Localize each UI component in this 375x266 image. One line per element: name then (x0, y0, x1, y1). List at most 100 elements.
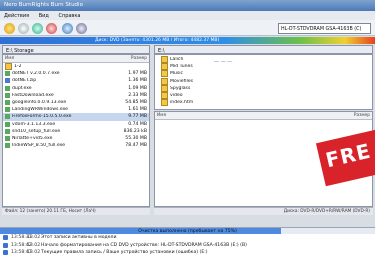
file-name: dotNET.zip (12, 78, 37, 84)
info-icon (3, 235, 8, 241)
erase-icon[interactable] (46, 23, 57, 34)
file-row[interactable]: LandingWRWindows.exe 1.61 MB (3, 106, 149, 113)
eject-icon[interactable] (76, 23, 87, 34)
file-icon (5, 135, 10, 141)
file-name: vdom-3.1.13.3.exe (12, 121, 56, 127)
disc-capacity-bar: Диск: DVD (Занято: 4301.26 MB / Итого: 4… (0, 37, 375, 44)
file-icon (5, 114, 10, 120)
file-name: snd10_setup_full.exe (12, 128, 61, 134)
file-icon (5, 121, 10, 127)
log-time: 13:58:47 (11, 250, 32, 256)
folder-icon (161, 99, 168, 107)
file-size: 1.61 MB (128, 107, 147, 113)
file-name: IndieWSP_8.50_full.exe (12, 143, 66, 149)
log-time: 13:58:31 (11, 235, 32, 241)
folder-name: Music (170, 71, 184, 77)
col-name[interactable]: Имя (5, 56, 131, 62)
col-size[interactable]: Размер (131, 56, 147, 62)
promo-text: FRE (323, 138, 374, 173)
folder-name: Spyglass (170, 85, 191, 91)
file-row[interactable]: dotNET v.2.0.0.7.exe 1.97 MB (3, 70, 149, 77)
folder-icon (161, 92, 168, 100)
file-list-pane[interactable]: Имя Размер 1-2 dotNET v.2.0.0.7.exe 1.97 M… (2, 54, 150, 207)
info-icon (3, 242, 8, 248)
log-entry: 13:58:47 13.02 Текущие правила запись / Ва… (0, 249, 375, 257)
file-name: dupf.exe (12, 85, 32, 91)
compilation-col-name[interactable]: Имя (157, 113, 354, 119)
file-list-header: Имя Размер (3, 55, 149, 63)
file-name: FastDownload.exe (12, 92, 54, 98)
log-entry: 13:58:42 13.02 Начало форматирования на CD… (0, 242, 375, 250)
file-row[interactable]: 1-2 (3, 63, 149, 71)
left-path: E:\ Storage (6, 47, 34, 54)
menu-item-view[interactable]: Вид (39, 13, 49, 19)
folder-row[interactable]: Lalich (155, 56, 372, 64)
folder-name: video (170, 93, 183, 99)
folder-name: Moviefiles (170, 78, 193, 84)
folder-icon (161, 70, 168, 78)
file-row[interactable]: Nirlatte+vid5.exe 55.30 MB (3, 135, 149, 142)
file-row[interactable]: IndieWSP_8.50_full.exe 78.47 MB (3, 142, 149, 149)
folder-icon (161, 84, 168, 92)
file-icon (5, 92, 10, 98)
log-text: Этот записи активны в модели (41, 235, 117, 241)
folder-row[interactable]: Moviefiles (155, 77, 372, 85)
log-entry: 13:58:31 13.02 Этот записи активны в модел… (0, 234, 375, 242)
info-icon (3, 250, 8, 256)
folder-icon (161, 63, 168, 71)
folder-name: Mid Tunes (170, 64, 193, 70)
file-row[interactable]: dotNET.zip 1.36 MB (3, 77, 149, 84)
file-row[interactable]: FastDownload.exe 2.33 MB (3, 92, 149, 99)
file-row[interactable]: googleinfo.0.0.9.13.exe 54.85 MB (3, 99, 149, 106)
file-name: googleinfo.0.0.9.13.exe (12, 100, 67, 106)
folder-row[interactable]: Mid Tunes (155, 63, 372, 71)
drive-select-value: HL-DT-STDVDRAM GSA-4163B (C) (281, 26, 362, 32)
menu-item-help[interactable]: Справка (58, 13, 80, 19)
folder-row[interactable]: Music (155, 70, 372, 78)
file-name: LandingWRWindows.exe (12, 107, 68, 113)
left-path-bar[interactable]: E:\ Storage (2, 45, 150, 54)
compilation-col-size[interactable]: Размер (354, 113, 370, 119)
file-size: 78.47 MB (125, 143, 147, 149)
burn-icon[interactable] (4, 23, 15, 34)
folder-tree-pane[interactable]: Lalich Mid Tunes Music Moviefiles Spyglass vi… (154, 54, 373, 110)
folder-name: Lalich (170, 57, 184, 63)
folder-row[interactable]: Spyglass (155, 84, 372, 92)
log-date: 13.02 (27, 250, 41, 256)
folder-icon (161, 77, 168, 85)
right-path: E:\ (158, 47, 165, 54)
drive-select[interactable]: HL-DT-STDVDRAM GSA-4163B (C) (278, 23, 371, 34)
folder-row[interactable]: index.htm (155, 99, 372, 107)
file-icon (5, 78, 10, 84)
log-date: 13.02 (27, 242, 41, 248)
file-size: 2.33 MB (128, 92, 147, 98)
left-status: Файл: 12 (занято) 20.11 ГБ, Носит (ЛаЧ) (5, 209, 96, 214)
right-path-bar[interactable]: E:\ (154, 45, 373, 54)
file-row[interactable]: FirefoxForms-15.0.5.0.exe 9.77 MB (3, 113, 149, 121)
file-name: Nirlatte+vid5.exe (12, 135, 53, 141)
copy-icon[interactable] (32, 23, 43, 34)
refresh-icon[interactable] (62, 23, 73, 34)
progress-bar: Очистка выполнена (пребывает на 75%) (0, 227, 375, 234)
right-status-bar: Диска: DVD-R/DVD+R/RW/RAM (DVD-R) (154, 207, 373, 215)
file-icon (5, 85, 10, 91)
file-row[interactable]: dupf.exe 1.09 MB (3, 85, 149, 92)
menu-bar: Действия Вид Справка (0, 11, 375, 20)
file-name: 1-2 (14, 64, 22, 70)
file-icon (5, 100, 10, 106)
log-text: Начало форматирования на CD DVD устройст… (41, 242, 247, 248)
file-size: 1.09 MB (128, 85, 147, 91)
log-text: Текущие правила запись / Ваше устройство… (41, 250, 208, 256)
log-time: 13:58:42 (11, 242, 32, 248)
menu-item-actions[interactable]: Действия (4, 13, 29, 19)
compilation-header: Имя Размер (155, 112, 372, 120)
file-icon (5, 71, 10, 77)
file-size: 9.77 MB (128, 114, 147, 120)
file-name: dotNET v.2.0.0.7.exe (12, 71, 60, 77)
folder-row[interactable]: video (155, 92, 372, 100)
log-pane[interactable]: 13:58:31 13.02 Этот записи активны в модел… (0, 234, 375, 266)
file-row[interactable]: snd10_setup_full.exe 836.23 kB (3, 128, 149, 135)
window-titlebar: Nero BurnRights Burn Studio (0, 0, 375, 11)
disc-icon[interactable] (18, 23, 29, 34)
file-row[interactable]: vdom-3.1.13.3.exe 0.74 MB (3, 121, 149, 128)
